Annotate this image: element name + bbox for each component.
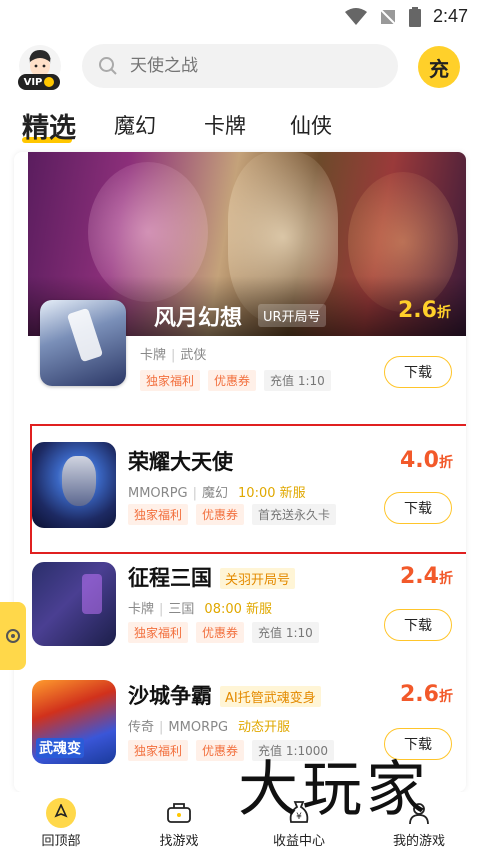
game-open-time: 动态开服: [238, 720, 291, 735]
featured-tags: 独家福利 优惠券 充值 1:10: [140, 370, 331, 391]
avatar[interactable]: VIP: [18, 44, 62, 90]
game-icon-zhengcheng[interactable]: [32, 562, 116, 646]
download-button[interactable]: 下载: [384, 609, 452, 641]
tab-fantasy[interactable]: 魔幻: [114, 110, 156, 140]
watermark: 大玩家: [238, 755, 430, 825]
game-server-tag: 关羽开局号: [220, 568, 296, 589]
signal-off-icon: [380, 8, 396, 25]
category-tabs: 精选 魔幻 卡牌 仙侠: [0, 104, 480, 150]
game-icon-shacheng[interactable]: 武魂变: [32, 680, 116, 764]
zhengcheng-icon-art: [82, 574, 102, 614]
highlight-box: [30, 424, 466, 554]
top-icon: [46, 798, 76, 828]
tag-recharge: 充值 1:10: [264, 370, 331, 391]
search-input[interactable]: [130, 56, 370, 76]
tab-xianxia[interactable]: 仙侠: [290, 110, 332, 140]
game-discount: 2.6折: [400, 682, 453, 707]
game-box-icon: [167, 803, 191, 823]
featured-theme: 武侠: [180, 348, 207, 363]
vip-badge: VIP: [18, 74, 60, 90]
tag-exclusive: 独家福利: [140, 370, 201, 391]
game-title[interactable]: 征程三国: [128, 562, 212, 592]
vip-up-icon: [44, 77, 55, 87]
tag-coupon: 优惠券: [196, 622, 245, 643]
vip-label: VIP: [23, 76, 43, 88]
game-discount-value: 2.6: [400, 682, 439, 707]
game-discount: 2.4折: [400, 564, 453, 589]
tag-exclusive: 独家福利: [128, 740, 189, 761]
gamepad-icon: [164, 798, 194, 828]
game-tags: 独家福利 优惠券 充值 1:10: [128, 622, 319, 643]
game-theme: 三国: [168, 602, 195, 617]
header: VIP 充: [0, 40, 480, 92]
featured-icon-art: [66, 307, 104, 363]
status-time: 2:47: [432, 6, 468, 26]
nav-label: 找游戏: [159, 834, 199, 849]
game-meta: 传奇 | MMORPG 动态开服: [128, 716, 290, 735]
nav-label: 我的游戏: [392, 834, 445, 849]
tag-exclusive: 独家福利: [128, 622, 189, 643]
tab-featured[interactable]: 精选: [22, 106, 76, 145]
meta-separator: |: [159, 720, 164, 735]
search-box[interactable]: [82, 44, 398, 88]
nav-find-games[interactable]: 找游戏: [134, 798, 224, 849]
game-discount-value: 2.4: [400, 564, 439, 589]
nav-back-to-top[interactable]: 回顶部: [16, 798, 106, 849]
status-bar: 2:47: [0, 0, 480, 34]
search-icon: [99, 57, 117, 75]
customer-service-icon: [6, 629, 20, 643]
game-genre: 卡牌: [128, 602, 155, 617]
featured-genre: 卡牌: [140, 348, 167, 363]
tag-coupon: 优惠券: [196, 740, 245, 761]
nav-label: 收益中心: [272, 834, 325, 849]
game-discount-unit: 折: [438, 689, 453, 705]
game-list: 风月幻想 UR开局号 2.6折 卡牌 | 武侠 独家福利 优惠券 充值 1:10 下…: [14, 152, 466, 792]
tag-coupon: 优惠券: [208, 370, 257, 391]
featured-discount-value: 2.6: [398, 298, 437, 323]
rocket-icon: [54, 804, 68, 818]
featured-game-icon[interactable]: [40, 300, 126, 386]
game-server-tag: AI托管武魂变身: [220, 686, 321, 707]
game-discount-unit: 折: [438, 571, 453, 587]
game-meta: 卡牌 | 三国 08:00 新服: [128, 598, 272, 617]
game-open-time: 08:00 新服: [204, 602, 273, 617]
featured-server-tag: UR开局号: [258, 304, 326, 327]
meta-separator: |: [171, 348, 176, 363]
status-icons: 2:47: [344, 6, 468, 27]
recharge-button[interactable]: 充: [418, 46, 460, 88]
featured-discount: 2.6折: [398, 298, 451, 323]
tab-cards[interactable]: 卡牌: [204, 110, 246, 140]
game-theme: MMORPG: [168, 720, 229, 735]
meta-separator: |: [159, 602, 164, 617]
tag-recharge: 充值 1:10: [252, 622, 319, 643]
wifi-icon: [344, 7, 367, 25]
featured-title: 风月幻想: [154, 306, 243, 331]
shacheng-icon-text: 武魂变: [36, 738, 84, 758]
side-float-button[interactable]: [0, 602, 26, 670]
featured-meta: 卡牌 | 武侠: [140, 344, 206, 363]
battery-icon: [408, 6, 421, 27]
featured-discount-unit: 折: [436, 305, 451, 321]
game-genre: 传奇: [128, 720, 155, 735]
featured-download-button[interactable]: 下载: [384, 356, 452, 388]
nav-label: 回顶部: [41, 834, 81, 849]
game-title[interactable]: 沙城争霸: [128, 680, 212, 710]
